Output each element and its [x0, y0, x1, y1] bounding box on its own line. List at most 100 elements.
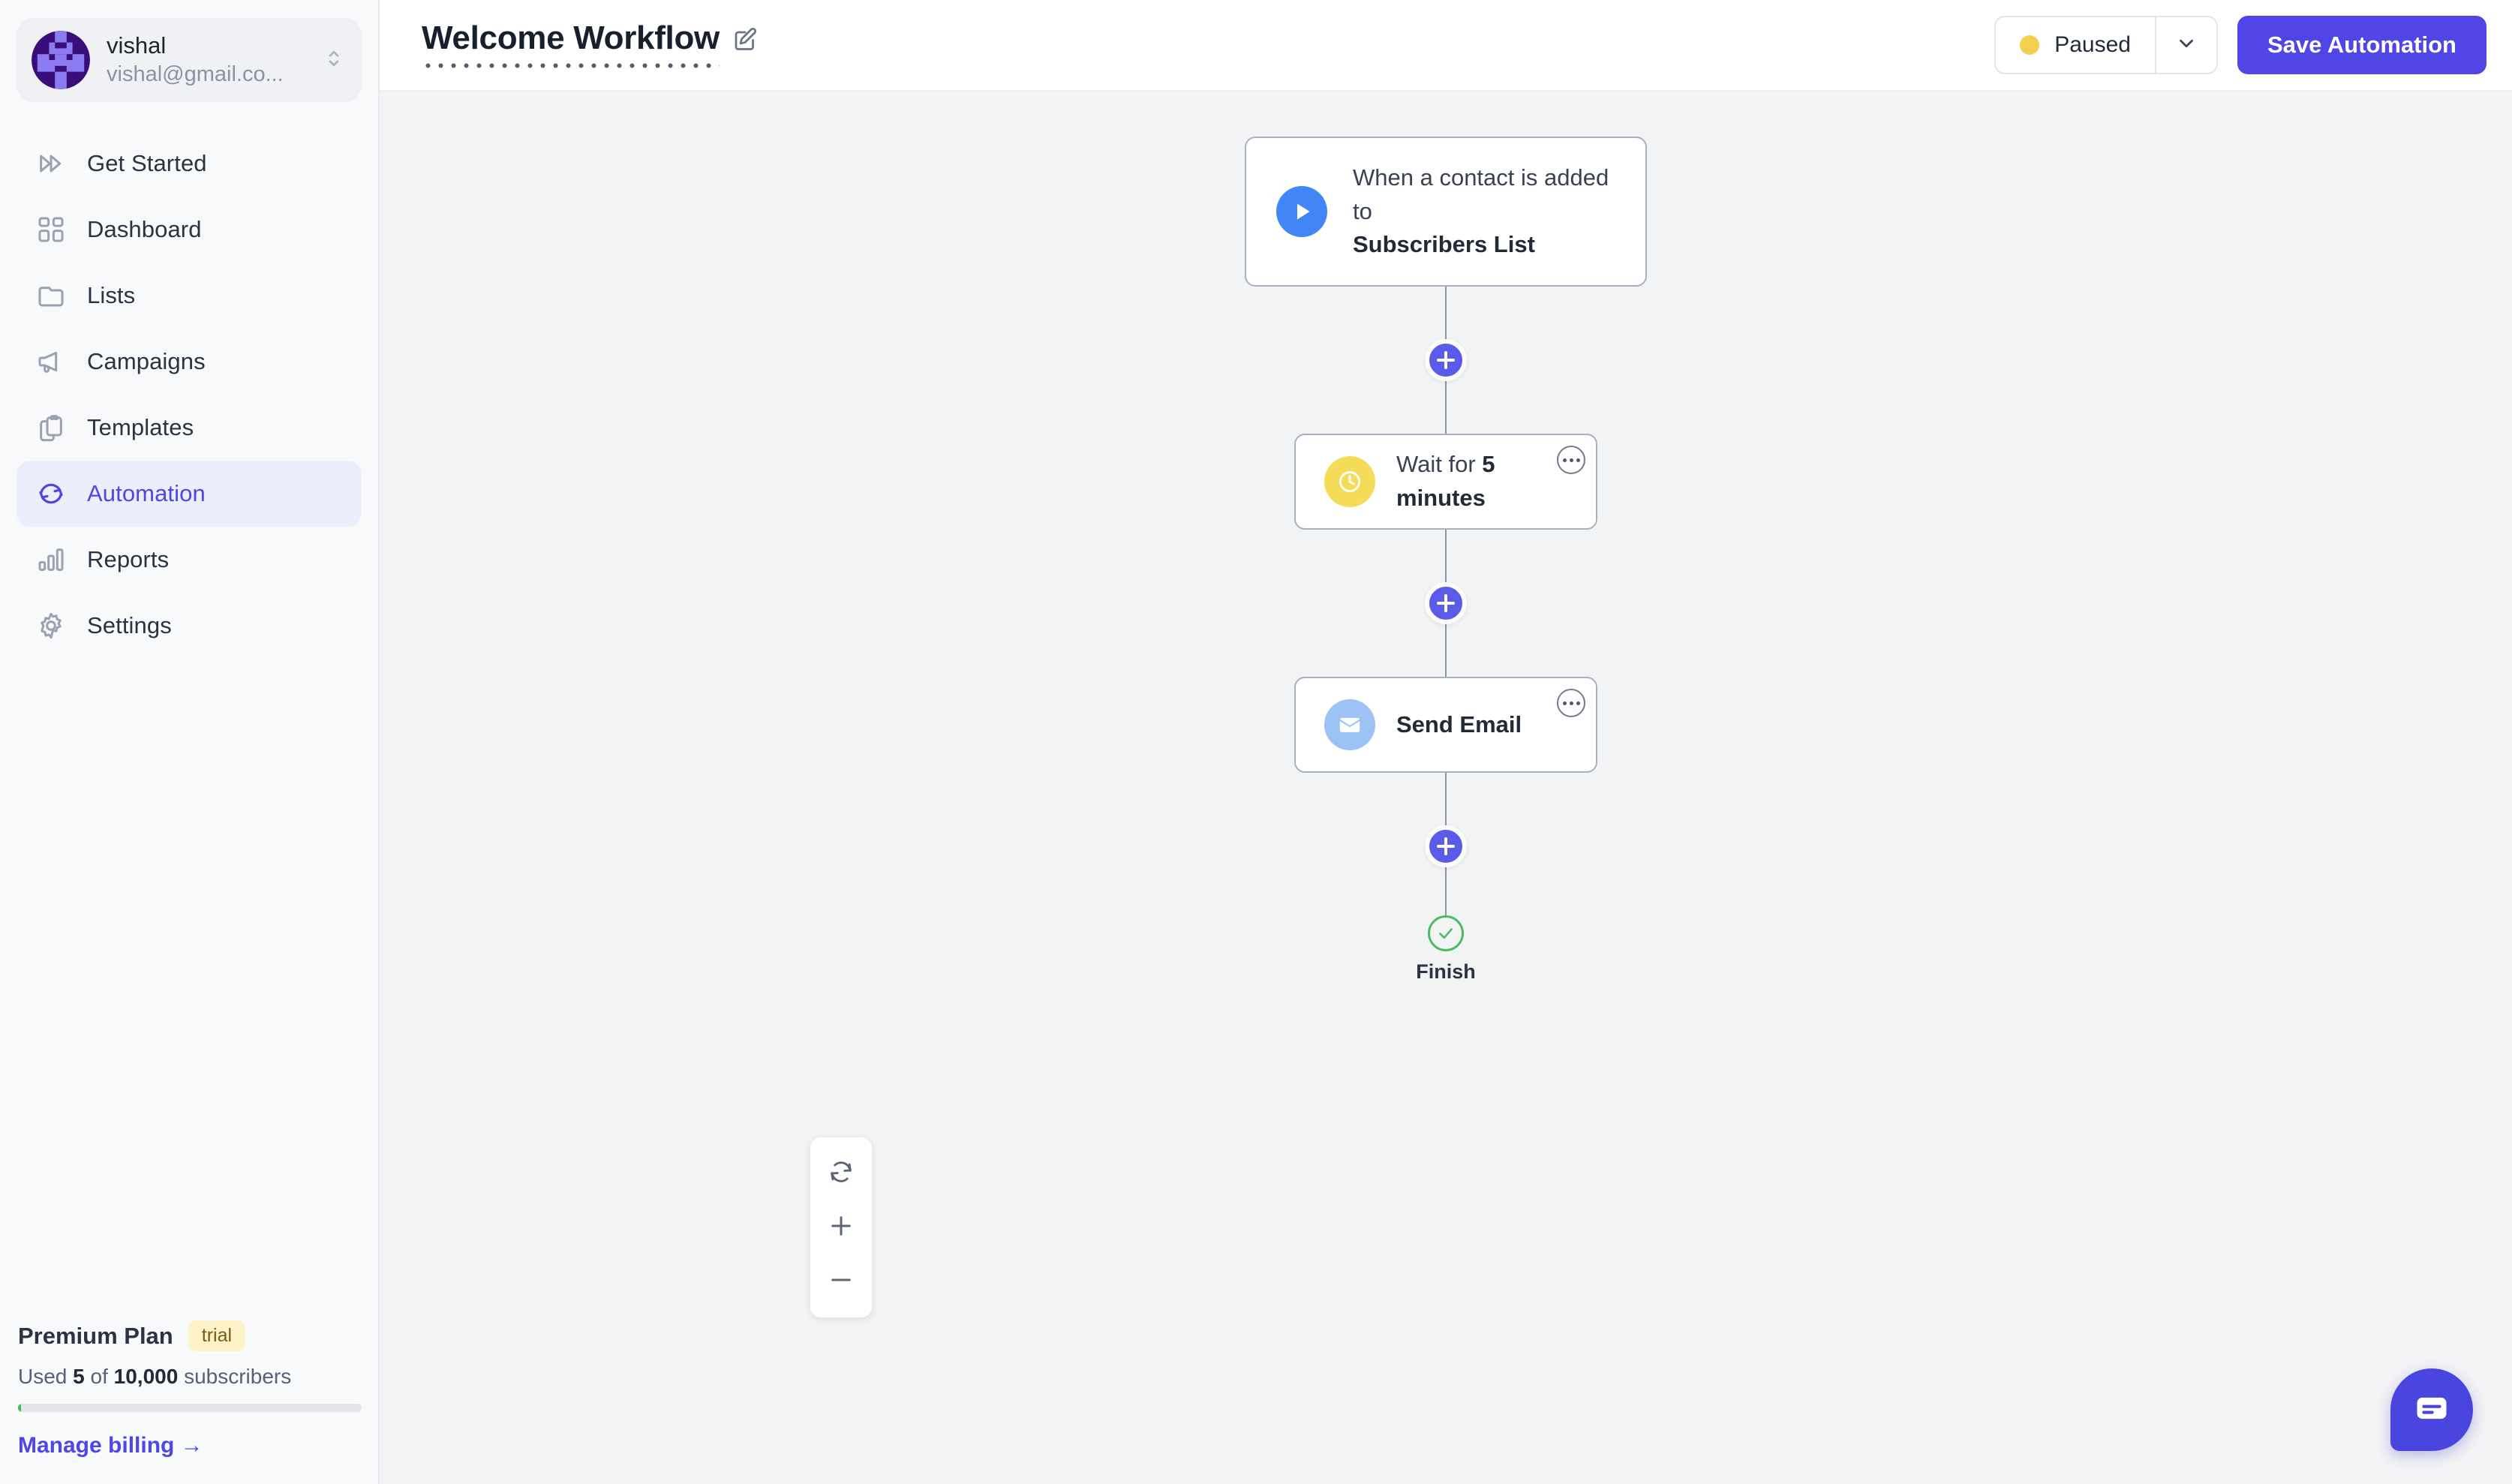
email-node-label: Send Email [1396, 710, 1522, 737]
workflow-title-column: Welcome Workflow [422, 20, 720, 70]
status-control: Paused [1994, 16, 2218, 74]
workflow-canvas[interactable]: When a contact is added to Subscribers L… [380, 92, 2512, 1484]
sidebar-item-settings[interactable]: Settings [17, 593, 362, 659]
topbar-actions: Paused Save Automation [1994, 16, 2486, 74]
avatar [32, 31, 90, 89]
topbar: Welcome Workflow Paused Save Automation [380, 0, 2512, 92]
sidebar-item-label: Reports [87, 546, 170, 572]
connector-line [1445, 287, 1447, 339]
folder-icon [36, 281, 66, 311]
usage-progress-fill [18, 1404, 21, 1412]
trigger-line-2: Subscribers List [1353, 231, 1535, 258]
wait-prefix: Wait for [1396, 451, 1483, 478]
workflow-flow: When a contact is added to Subscribers L… [1183, 137, 1708, 984]
play-icon [1276, 186, 1327, 237]
ellipsis-icon [1576, 701, 1580, 705]
workflow-node-send-email[interactable]: Send Email [1294, 677, 1597, 773]
connector-line [1445, 773, 1447, 825]
finish-label: Finish [1416, 960, 1476, 983]
ellipsis-icon [1569, 701, 1573, 705]
check-circle-icon [1428, 915, 1464, 951]
megaphone-icon [36, 347, 66, 377]
workflow-node-trigger[interactable]: When a contact is added to Subscribers L… [1245, 137, 1647, 287]
ellipsis-icon [1576, 458, 1580, 462]
main-area: Welcome Workflow Paused Save Automation … [380, 0, 2512, 1484]
sidebar-item-dashboard[interactable]: Dashboard [17, 197, 362, 263]
sidebar-item-automation[interactable]: Automation [17, 461, 362, 527]
usage-suffix: subscribers [178, 1365, 292, 1388]
connector-line [1445, 867, 1447, 915]
add-step-button-1[interactable] [1425, 339, 1467, 381]
clock-icon [1324, 456, 1375, 507]
status-dropdown-button[interactable] [2154, 17, 2216, 73]
zoom-out-button[interactable] [810, 1254, 872, 1308]
sidebar-item-label: Dashboard [87, 216, 202, 242]
workflow-title-group: Welcome Workflow [422, 20, 759, 70]
add-step-button-2[interactable] [1425, 582, 1467, 624]
chevron-up-down-icon [323, 47, 345, 74]
workflow-finish-node: Finish [1416, 915, 1476, 984]
fast-forward-icon [36, 149, 66, 179]
sidebar-item-label: Get Started [87, 150, 207, 176]
plan-summary: Premium Plan trial Used 5 of 10,000 subs… [0, 1320, 380, 1484]
chat-support-button[interactable] [2390, 1368, 2473, 1451]
pencil-edit-icon[interactable] [732, 26, 759, 53]
ellipsis-icon [1562, 701, 1567, 705]
add-step-button-3[interactable] [1425, 825, 1467, 867]
sidebar-item-label: Automation [87, 480, 206, 506]
usage-mid: of [84, 1365, 114, 1388]
manage-billing-link[interactable]: Manage billing → [18, 1433, 362, 1458]
account-email: vishal@gmail.co... [107, 62, 284, 86]
sidebar-item-label: Settings [87, 612, 172, 638]
account-name: vishal [107, 32, 167, 59]
minus-icon [828, 1266, 855, 1297]
title-dotted-underline [422, 62, 720, 70]
sidebar-item-label: Templates [87, 414, 194, 440]
sidebar-item-get-started[interactable]: Get Started [17, 131, 362, 197]
envelope-icon [1324, 699, 1375, 750]
trigger-line-1: When a contact is added to [1353, 164, 1609, 224]
sidebar-item-reports[interactable]: Reports [17, 527, 362, 593]
sidebar-item-label: Campaigns [87, 348, 206, 374]
account-text: vishal vishal@gmail.co... [107, 32, 306, 89]
usage-prefix: Used [18, 1365, 74, 1388]
account-switcher[interactable]: vishal vishal@gmail.co... [17, 18, 362, 102]
wait-node-text: Wait for 5 minutes [1396, 448, 1567, 515]
sidebar-nav: Get Started Dashboard Lists Campaigns Te… [0, 131, 378, 659]
plan-header: Premium Plan trial [18, 1320, 362, 1351]
workflow-node-wait[interactable]: Wait for 5 minutes [1294, 434, 1597, 530]
sidebar-item-lists[interactable]: Lists [17, 263, 362, 329]
plan-usage-text: Used 5 of 10,000 subscribers [18, 1365, 362, 1389]
chevron-down-icon [2175, 32, 2198, 59]
plan-badge: trial [188, 1320, 246, 1351]
plus-icon [828, 1212, 855, 1243]
gear-icon [36, 611, 66, 641]
sidebar-item-campaigns[interactable]: Campaigns [17, 329, 362, 395]
trigger-node-text: When a contact is added to Subscribers L… [1353, 161, 1615, 263]
clipboard-copy-icon [36, 413, 66, 443]
connector-line [1445, 530, 1447, 582]
ellipsis-icon [1562, 458, 1567, 462]
status-label: Paused [2054, 32, 2131, 57]
sidebar-item-templates[interactable]: Templates [17, 395, 362, 461]
ellipsis-icon [1569, 458, 1573, 462]
reset-view-button[interactable] [810, 1146, 872, 1200]
chat-bubble-icon [2412, 1389, 2451, 1431]
save-automation-button[interactable]: Save Automation [2237, 16, 2486, 74]
page-title[interactable]: Welcome Workflow [422, 20, 720, 56]
sidebar: vishal vishal@gmail.co... Get Started Da… [0, 0, 380, 1484]
node-menu-button-email[interactable] [1557, 689, 1585, 717]
status-badge[interactable]: Paused [1996, 17, 2155, 73]
status-dot-icon [2020, 35, 2040, 55]
zoom-in-button[interactable] [810, 1200, 872, 1254]
usage-total: 10,000 [113, 1365, 179, 1388]
connector-line [1445, 381, 1447, 434]
bar-chart-icon [36, 545, 66, 575]
usage-used: 5 [73, 1365, 85, 1388]
plan-name: Premium Plan [18, 1322, 173, 1349]
refresh-cycle-icon [36, 479, 66, 509]
connector-line [1445, 624, 1447, 677]
canvas-zoom-toolbar [810, 1137, 872, 1317]
node-menu-button-wait[interactable] [1557, 446, 1585, 474]
reset-view-icon [828, 1158, 855, 1189]
